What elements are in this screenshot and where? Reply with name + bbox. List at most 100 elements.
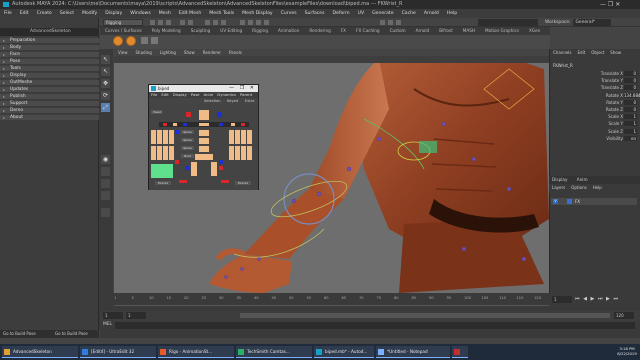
layer-color-swatch[interactable] <box>567 199 572 204</box>
tab-anim[interactable]: Anim <box>577 177 588 182</box>
open-scene-icon[interactable] <box>158 20 163 25</box>
panel-section-publish[interactable]: Publish <box>0 94 99 100</box>
channel-box-tab[interactable]: Object <box>588 49 607 56</box>
range-bar[interactable] <box>240 313 610 318</box>
picker-menu-item[interactable]: Parent <box>238 92 254 97</box>
snap-curve-icon[interactable] <box>248 20 253 25</box>
menu-item[interactable]: Curves <box>277 9 301 18</box>
picker-menu-item[interactable]: Anim <box>202 92 216 97</box>
playback-controls[interactable]: ⏮ ◀ ▶ ⏭ ▶ ⏭ <box>575 296 637 303</box>
finger-control-r[interactable] <box>151 146 156 160</box>
viewport-menu-item[interactable]: View <box>114 49 132 56</box>
search-field[interactable] <box>478 19 538 26</box>
shelf-tab[interactable]: Arnold <box>411 27 435 35</box>
spine-control-1[interactable] <box>199 130 209 136</box>
menu-item[interactable]: Mesh <box>155 9 175 18</box>
advskel-orange-icon-2[interactable] <box>126 36 136 46</box>
menuset-select[interactable]: Rigging <box>103 19 143 26</box>
taskbar-app-button[interactable]: Rigo - AnimationSt... <box>158 346 234 358</box>
picker-menu-item[interactable]: Display <box>171 92 189 97</box>
range-inner-start-field[interactable]: 1 <box>126 312 146 319</box>
panel-section-outmeshe[interactable]: OutMeshe <box>0 80 99 86</box>
mel-label[interactable]: MEL <box>103 322 112 327</box>
shelf-tab[interactable]: Bifrost <box>434 27 458 35</box>
menu-item[interactable]: Windows <box>126 9 155 18</box>
picker-menu-item[interactable]: File <box>149 92 159 97</box>
shelf-tab[interactable]: UV Editing <box>215 27 247 35</box>
channel-value[interactable]: 0 <box>624 99 637 105</box>
layer-menu-item[interactable]: Help <box>590 185 605 190</box>
move-tool-icon[interactable]: ✥ <box>101 79 110 88</box>
channel-row[interactable]: Scale Z1 <box>552 128 637 135</box>
channel-value[interactable]: 1 <box>624 128 637 134</box>
ipr-render-icon[interactable] <box>388 20 393 25</box>
snap-grid-icon[interactable] <box>240 20 245 25</box>
picker-window-controls[interactable]: — ❐ ✕ <box>229 85 256 92</box>
channel-row[interactable]: Rotate X 134.884 <box>552 92 640 99</box>
finger-control-l[interactable] <box>229 146 234 160</box>
shelf-tab[interactable]: Curves / Surfaces <box>100 27 147 35</box>
channel-row[interactable]: Translate X0 <box>552 71 637 77</box>
advskel-orange-icon[interactable] <box>113 36 123 46</box>
channel-value[interactable]: 134.884 <box>624 92 640 98</box>
root-control[interactable] <box>195 154 213 160</box>
redo-icon[interactable] <box>188 20 193 25</box>
taskbar-app-button[interactable] <box>452 346 468 358</box>
save-scene-icon[interactable] <box>166 20 171 25</box>
menu-item[interactable]: Mesh Tools <box>205 9 238 18</box>
panel-section-body[interactable]: Body <box>0 45 99 51</box>
shelf-tab[interactable]: Motion Graphics <box>480 27 524 35</box>
channel-value[interactable]: on <box>624 135 637 141</box>
picker-menu-item[interactable]: Dynamics <box>215 92 238 97</box>
shelf-tab[interactable]: Custom <box>385 27 411 35</box>
render-icon[interactable] <box>380 20 385 25</box>
menu-item[interactable]: Create <box>33 9 56 18</box>
channel-box-tab[interactable]: Channels <box>550 49 575 56</box>
channel-row[interactable]: Translate Y0 <box>552 78 637 84</box>
channel-row[interactable]: Scale X1 <box>552 114 637 120</box>
scale-tool-icon[interactable]: ⤢ <box>101 103 110 112</box>
menu-item[interactable]: Edit <box>16 9 33 18</box>
window-controls[interactable]: — ❐ ✕ <box>600 0 620 9</box>
undo-icon[interactable] <box>180 20 185 25</box>
snap-plane-icon[interactable] <box>264 20 269 25</box>
channel-row[interactable]: Rotate Y0 <box>552 99 637 106</box>
shelf-tab[interactable]: Sculpting <box>186 27 216 35</box>
menu-item[interactable]: Deform <box>329 9 354 18</box>
taskbar-app-button[interactable]: TechSmith Camtas... <box>236 346 312 358</box>
channel-box-tab[interactable]: Edit <box>575 49 589 56</box>
shelf-tab[interactable]: FX Caching <box>351 27 385 35</box>
side-by-side-icon[interactable] <box>101 179 110 188</box>
layout-icon[interactable] <box>101 208 110 217</box>
viewport-menu-item[interactable]: Panels <box>225 49 246 56</box>
panel-section-display[interactable]: Display <box>0 73 99 79</box>
command-input[interactable] <box>115 322 635 329</box>
layer-menu-item[interactable]: Options <box>568 185 589 190</box>
panel-section-pose[interactable]: Pose <box>0 59 99 65</box>
rotate-tool-icon[interactable]: ⟳ <box>101 91 110 100</box>
hand-mesh[interactable] <box>209 254 292 293</box>
ik-switch-control[interactable] <box>151 164 173 178</box>
picker-pinned-r[interactable]: Pinned <box>155 181 171 185</box>
channel-value[interactable]: 0 <box>624 71 637 76</box>
tab-display[interactable]: Display <box>552 177 567 182</box>
panel-section-support[interactable]: Support <box>0 101 99 107</box>
shelf-tab[interactable]: Animation <box>273 27 304 35</box>
render-settings-icon[interactable] <box>396 20 401 25</box>
channel-row[interactable]: Translate Z0 <box>552 85 637 91</box>
shelf-tab[interactable]: Rigging <box>247 27 273 35</box>
go-to-build-pose-button-2[interactable]: Go to Build Pose <box>55 331 88 336</box>
layer-row[interactable]: V FX <box>551 198 637 205</box>
range-inner-end-field[interactable]: 120 <box>614 312 634 319</box>
menu-item[interactable]: Select <box>56 9 78 18</box>
taskbar-app-button[interactable]: [Edit4] - UltraEdit 32 <box>80 346 156 358</box>
shelf-tool-icon[interactable] <box>141 37 148 44</box>
menu-item[interactable]: Arnold <box>420 9 443 18</box>
menu-item[interactable]: UV <box>354 9 369 18</box>
head-control[interactable] <box>199 110 209 120</box>
panel-section-preparation[interactable]: Preparation <box>0 38 99 44</box>
taskbar-app-button[interactable]: *Untitled - Notepad <box>376 346 450 358</box>
taskbar-app-button[interactable]: AdvancedSkeleton <box>2 346 78 358</box>
menu-item[interactable]: Help <box>443 9 461 18</box>
range-start-field[interactable]: 1 <box>103 312 123 319</box>
